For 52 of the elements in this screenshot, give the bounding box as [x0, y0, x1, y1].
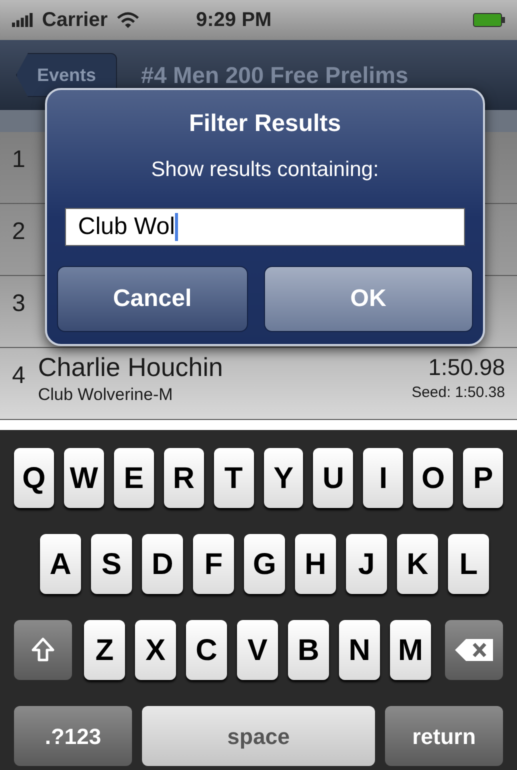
keyboard-key[interactable]: N: [339, 620, 380, 680]
keyboard-key[interactable]: G: [244, 534, 285, 594]
keyboard-key[interactable]: S: [91, 534, 132, 594]
keyboard-key[interactable]: A: [40, 534, 81, 594]
keyboard-key[interactable]: D: [142, 534, 183, 594]
shift-key[interactable]: [14, 620, 72, 680]
keyboard-key[interactable]: Q: [14, 448, 54, 508]
keyboard-key[interactable]: O: [413, 448, 454, 508]
keyboard-key[interactable]: E: [114, 448, 154, 508]
wifi-icon: [116, 11, 140, 29]
cancel-button[interactable]: Cancel: [57, 266, 248, 332]
screen-title: #4 Men 200 Free Prelims: [141, 60, 408, 90]
keyboard-key[interactable]: X: [135, 620, 176, 680]
text-cursor: [174, 212, 178, 240]
place-number: 2: [12, 217, 26, 247]
dialog-title: Filter Results: [188, 109, 342, 139]
keyboard-key[interactable]: Y: [264, 448, 304, 508]
carrier-name: Carrier: [42, 8, 108, 33]
numbers-key[interactable]: .?123: [14, 706, 132, 766]
keyboard-key[interactable]: M: [390, 620, 431, 680]
keyboard-key[interactable]: R: [164, 448, 204, 508]
keyboard-key[interactable]: F: [193, 534, 234, 594]
keyboard-key[interactable]: H: [295, 534, 336, 594]
place-number: 4: [12, 361, 26, 391]
return-key[interactable]: return: [385, 706, 503, 766]
keyboard-key[interactable]: V: [237, 620, 278, 680]
seed-time: Seed: 1:50.38: [412, 383, 505, 403]
shift-icon: [31, 637, 55, 663]
keyboard-key[interactable]: Z: [84, 620, 125, 680]
clock-time: 9:29 PM: [196, 8, 272, 33]
result-time: 1:50.98: [428, 353, 505, 382]
keyboard-key[interactable]: B: [288, 620, 329, 680]
keyboard-key[interactable]: J: [346, 534, 387, 594]
signal-icon: [12, 13, 34, 27]
space-key[interactable]: space: [142, 706, 375, 766]
keyboard-key[interactable]: P: [463, 448, 504, 508]
filter-input[interactable]: Club Wol: [65, 208, 465, 246]
keyboard-key[interactable]: W: [64, 448, 104, 508]
keyboard-key[interactable]: L: [448, 534, 489, 594]
keyboard-key[interactable]: K: [397, 534, 438, 594]
team-name: Club Wolverine-M: [38, 384, 174, 406]
keyboard-key[interactable]: C: [186, 620, 227, 680]
keyboard-key[interactable]: U: [313, 448, 354, 508]
keyboard-key[interactable]: T: [214, 448, 254, 508]
dialog-message: Show results containing:: [151, 157, 379, 183]
place-number: 1: [12, 145, 26, 175]
delete-key[interactable]: [445, 620, 503, 680]
keyboard-key[interactable]: I: [363, 448, 404, 508]
battery-icon: [473, 13, 505, 27]
place-number: 3: [12, 289, 26, 319]
swimmer-name: Charlie Houchin: [38, 352, 224, 382]
delete-icon: [454, 638, 494, 662]
